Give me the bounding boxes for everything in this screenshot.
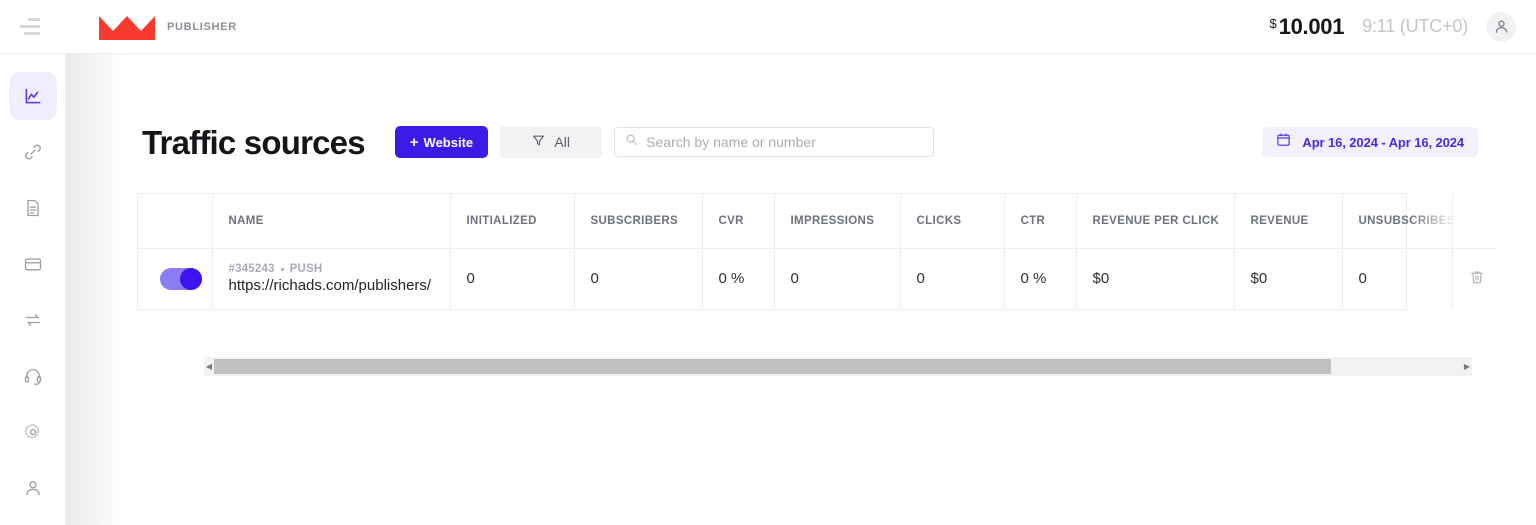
column-header-actions bbox=[1452, 194, 1498, 248]
brand[interactable]: PUBLISHER bbox=[99, 14, 237, 40]
main-content: Traffic sources + Website All Search by … bbox=[66, 54, 1536, 525]
filter-label: All bbox=[554, 134, 570, 150]
document-icon bbox=[23, 198, 43, 218]
column-header-revenue-per-click[interactable]: REVENUE PER CLICK bbox=[1076, 194, 1235, 248]
row-revenue-per-click: $0 bbox=[1076, 247, 1235, 309]
card-icon bbox=[23, 254, 43, 274]
separator-dot bbox=[280, 267, 284, 271]
column-header-name[interactable]: NAME bbox=[212, 194, 451, 248]
hamburger-icon[interactable] bbox=[20, 14, 46, 40]
row-unsubscribes: 0 bbox=[1342, 247, 1453, 309]
column-header-ctr[interactable]: CTR bbox=[1004, 194, 1077, 248]
row-actions-cell bbox=[1452, 247, 1498, 309]
column-header-unsubscribes[interactable]: UNSUBSCRIBES bbox=[1342, 194, 1453, 248]
chart-icon bbox=[23, 86, 43, 106]
sidebar-item-payments[interactable] bbox=[9, 240, 57, 288]
sidebar-item-traffic-sources[interactable] bbox=[9, 128, 57, 176]
row-id: #345243 bbox=[228, 263, 275, 276]
search-box[interactable] bbox=[614, 127, 935, 157]
column-header-clicks[interactable]: CLICKS bbox=[900, 194, 1005, 248]
filter-all-button[interactable]: All bbox=[500, 126, 603, 158]
toggle-knob bbox=[180, 267, 202, 290]
calendar-icon bbox=[1276, 132, 1291, 152]
row-name-cell: #345243 PUSH https://richads.com/publish… bbox=[212, 247, 451, 309]
row-impressions: 0 bbox=[774, 247, 901, 309]
brand-label: PUBLISHER bbox=[167, 20, 237, 33]
clock: 9:11 (UTC+0) bbox=[1362, 16, 1468, 36]
trash-icon[interactable] bbox=[1469, 269, 1485, 285]
page-header: Traffic sources + Website All Search by … bbox=[142, 122, 1478, 162]
user-avatar-icon[interactable] bbox=[1486, 11, 1516, 42]
balance[interactable]: $ 10.001 bbox=[1269, 14, 1344, 40]
row-url[interactable]: https://richads.com/publishers/ bbox=[229, 277, 450, 294]
row-initialized: 0 bbox=[450, 247, 575, 309]
sidebar-item-transfers[interactable] bbox=[9, 296, 57, 344]
table-row: #345243 PUSH https://richads.com/publish… bbox=[138, 247, 1498, 309]
traffic-sources-table: NAME INITIALIZED SUBSCRIBERS CVR IMPRESS… bbox=[137, 193, 1498, 310]
sidebar-item-documents[interactable] bbox=[9, 184, 57, 232]
search-icon bbox=[625, 133, 638, 151]
sidebar-item-support[interactable] bbox=[9, 352, 57, 400]
crown-logo-icon bbox=[99, 14, 155, 40]
scrollbar-track[interactable] bbox=[214, 359, 1462, 374]
table-body: #345243 PUSH https://richads.com/publish… bbox=[138, 247, 1498, 309]
row-type: PUSH bbox=[289, 263, 323, 276]
table-header-row: NAME INITIALIZED SUBSCRIBERS CVR IMPRESS… bbox=[138, 194, 1498, 248]
row-clicks: 0 bbox=[900, 247, 1005, 309]
page-title: Traffic sources bbox=[142, 123, 366, 161]
topbar-right-group: $ 10.001 9:11 (UTC+0) bbox=[1269, 11, 1516, 42]
scroll-left-arrow-icon[interactable]: ◀ bbox=[204, 357, 214, 376]
row-cvr: 0 % bbox=[702, 247, 775, 309]
funnel-icon bbox=[532, 134, 545, 150]
gear-icon bbox=[23, 422, 43, 442]
person-icon bbox=[23, 478, 43, 498]
column-header-initialized[interactable]: INITIALIZED bbox=[450, 194, 575, 248]
headset-icon bbox=[23, 366, 43, 386]
date-range-label: Apr 16, 2024 - Apr 16, 2024 bbox=[1302, 134, 1464, 150]
sidebar-item-profile[interactable] bbox=[9, 464, 57, 512]
row-ctr: 0 % bbox=[1004, 247, 1077, 309]
column-header-impressions[interactable]: IMPRESSIONS bbox=[774, 194, 901, 248]
column-header-cvr[interactable]: CVR bbox=[702, 194, 775, 248]
balance-amount: 10.001 bbox=[1278, 13, 1345, 39]
column-header-subscribers[interactable]: SUBSCRIBERS bbox=[574, 194, 703, 248]
column-header-toggle bbox=[138, 194, 213, 248]
transfer-icon bbox=[23, 310, 43, 330]
sidebar-item-statistics[interactable] bbox=[8, 72, 57, 120]
scroll-right-arrow-icon[interactable]: ▶ bbox=[1462, 357, 1472, 376]
column-header-revenue[interactable]: REVENUE bbox=[1234, 194, 1343, 248]
row-enable-toggle[interactable] bbox=[160, 267, 202, 290]
date-range-picker[interactable]: Apr 16, 2024 - Apr 16, 2024 bbox=[1262, 127, 1478, 157]
table-head: NAME INITIALIZED SUBSCRIBERS CVR IMPRESS… bbox=[138, 194, 1498, 248]
row-subscribers: 0 bbox=[574, 247, 703, 309]
sidebar bbox=[0, 54, 66, 525]
row-toggle-cell bbox=[138, 247, 213, 309]
search-input[interactable] bbox=[646, 134, 924, 150]
top-bar: PUBLISHER $ 10.001 9:11 (UTC+0) bbox=[0, 0, 1536, 54]
hamburger-line bbox=[20, 25, 40, 28]
hamburger-line bbox=[24, 32, 40, 35]
plus-icon: + bbox=[409, 133, 419, 151]
row-revenue: $0 bbox=[1234, 247, 1343, 309]
balance-currency: $ bbox=[1269, 15, 1277, 31]
row-meta: #345243 PUSH bbox=[229, 263, 450, 275]
hamburger-line bbox=[28, 18, 40, 21]
add-website-button[interactable]: + Website bbox=[394, 126, 489, 158]
add-website-label: Website bbox=[423, 134, 474, 150]
table-horizontal-scrollbar[interactable]: ◀ ▶ bbox=[204, 357, 1472, 376]
link-icon bbox=[23, 142, 43, 162]
scrollbar-thumb[interactable] bbox=[214, 359, 1331, 374]
sidebar-item-settings[interactable] bbox=[9, 408, 57, 456]
